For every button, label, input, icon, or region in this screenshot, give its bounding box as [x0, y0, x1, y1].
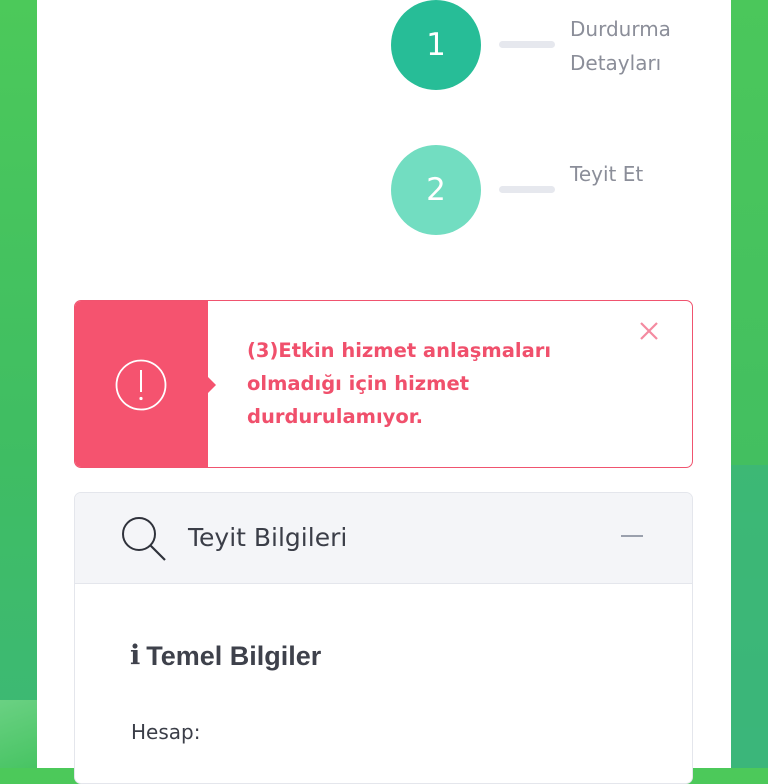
step-number-circle: 2	[391, 145, 481, 235]
search-icon	[122, 517, 166, 561]
step-connector-line	[499, 41, 555, 48]
close-icon[interactable]	[638, 320, 660, 342]
alert-circle-icon	[115, 359, 167, 411]
info-icon: i	[130, 640, 141, 671]
section-title-text: Temel Bilgiler	[146, 641, 322, 671]
step-teyit-et[interactable]: 2 Teyit Et	[391, 145, 711, 235]
right-background-shade	[731, 465, 768, 768]
right-background-strip	[731, 0, 768, 768]
confirmation-panel-header[interactable]: Teyit Bilgileri	[75, 493, 692, 584]
step-number-circle: 1	[391, 0, 481, 90]
section-title: i Temel Bilgiler	[130, 639, 321, 673]
main-card: 1 Durdurma Detayları 2 Teyit Et (3)Etkin…	[37, 0, 731, 784]
step-connector-line	[499, 186, 555, 193]
confirmation-panel: Teyit Bilgileri i Temel Bilgiler Hesap:	[74, 492, 693, 784]
step-label: Durdurma Detayları	[570, 17, 671, 75]
step-label: Teyit Et	[570, 162, 644, 186]
error-alert: (3)Etkin hizmet anlaşmaları olmadığı içi…	[74, 300, 693, 468]
alert-icon-panel	[75, 301, 216, 467]
step-durdurma-detaylari[interactable]: 1 Durdurma Detayları	[391, 0, 711, 90]
collapse-icon[interactable]	[621, 535, 643, 537]
left-background-glow	[0, 700, 37, 768]
alert-message: (3)Etkin hizmet anlaşmaları olmadığı içi…	[247, 339, 552, 428]
panel-title: Teyit Bilgileri	[188, 523, 348, 552]
account-field-label: Hesap:	[131, 720, 201, 744]
